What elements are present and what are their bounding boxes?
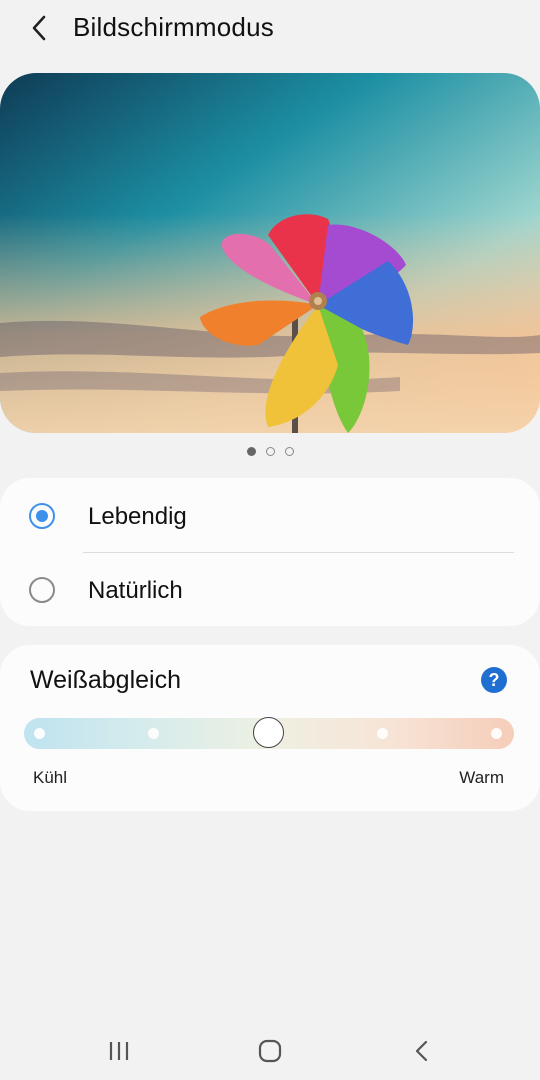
page-dot[interactable] (284, 447, 294, 456)
slider-tick (34, 728, 45, 739)
nav-back-button[interactable] (402, 1036, 442, 1066)
system-navigation-bar (0, 1020, 540, 1080)
back-button[interactable] (22, 10, 58, 46)
slider-min-label: Kühl (33, 768, 68, 787)
slider-tick (491, 728, 502, 739)
back-icon (415, 1040, 428, 1062)
chevron-left-icon (32, 15, 46, 41)
slider-thumb[interactable] (253, 717, 284, 748)
question-circle-icon[interactable]: ? (481, 667, 507, 693)
pinwheel-illustration (0, 73, 540, 433)
slider-max-label: Warm (459, 768, 504, 787)
preview-image (0, 73, 540, 433)
white-balance-slider[interactable] (24, 717, 514, 749)
option-label: Natürlich (88, 577, 183, 604)
white-balance-title: Weißabgleich (30, 666, 182, 694)
home-button[interactable] (250, 1036, 290, 1066)
radio-unselected[interactable] (29, 577, 55, 603)
page-title: Bildschirmmodus (73, 12, 274, 42)
radio-selected[interactable] (29, 503, 55, 529)
page-dot[interactable] (265, 447, 275, 456)
option-vivid[interactable]: Lebendig (0, 481, 540, 551)
divider (83, 552, 514, 553)
home-icon (258, 1039, 282, 1063)
recents-button[interactable] (99, 1036, 139, 1066)
screen-mode-card: Lebendig Natürlich (0, 478, 540, 626)
slider-tick (148, 728, 159, 739)
app-header: Bildschirmmodus (0, 0, 540, 56)
page-indicator (0, 447, 540, 459)
option-label: Lebendig (88, 503, 187, 530)
slider-tick (377, 728, 388, 739)
recents-icon (109, 1042, 129, 1060)
white-balance-card: Weißabgleich ? Kühl Warm (0, 645, 540, 811)
page-dot-active[interactable] (246, 447, 256, 456)
option-natural[interactable]: Natürlich (0, 555, 540, 625)
